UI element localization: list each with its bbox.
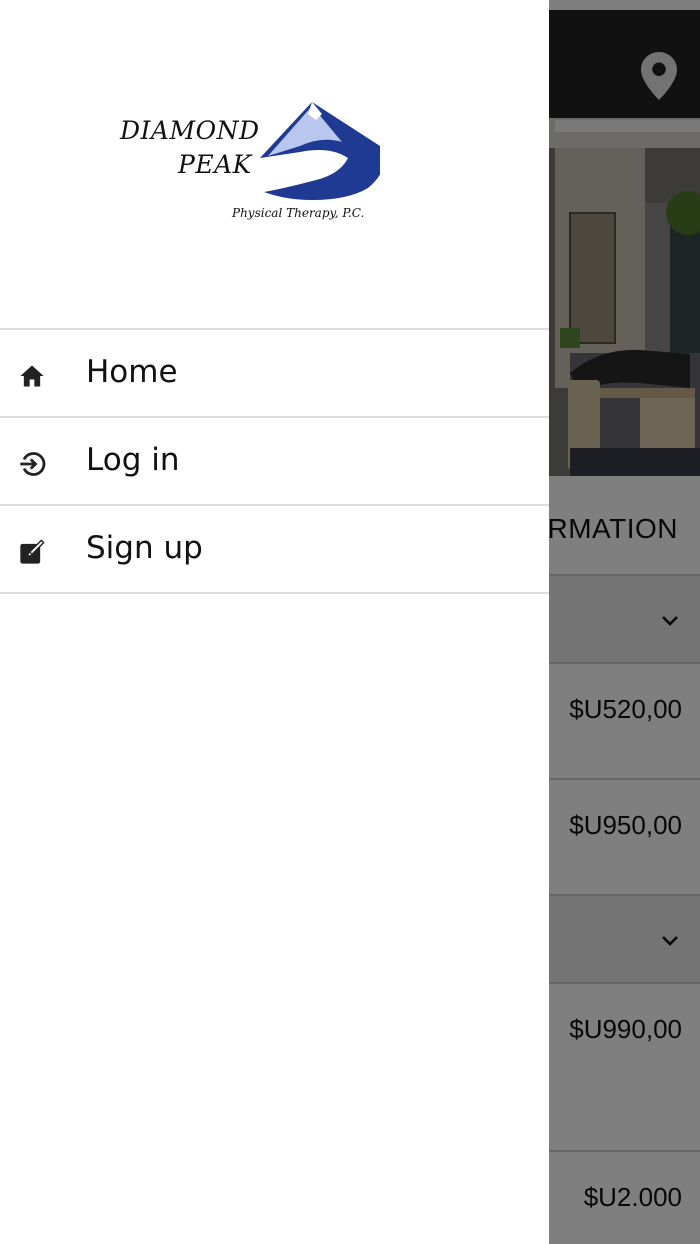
home-icon [20, 365, 44, 387]
menu-item-label: Home [86, 354, 178, 390]
side-drawer: DIAMOND PEAK Physical Therapy, P.C. Home… [0, 0, 549, 1244]
edit-icon [20, 539, 45, 564]
menu-item-signup[interactable]: Sign up [0, 504, 549, 594]
logo-tagline: Physical Therapy, P.C. [232, 206, 365, 220]
menu-item-label: Sign up [86, 530, 203, 566]
login-icon [20, 452, 46, 476]
brand-logo: DIAMOND PEAK Physical Therapy, P.C. [112, 90, 382, 240]
mountain-logo-icon [260, 102, 380, 200]
logo-text-line2: PEAK [178, 150, 252, 179]
logo-text-line1: DIAMOND [120, 116, 260, 145]
menu-item-login[interactable]: Log in [0, 416, 549, 504]
drawer-header: DIAMOND PEAK Physical Therapy, P.C. [0, 0, 549, 328]
drawer-menu: Home Log in Sign up [0, 328, 549, 594]
menu-item-label: Log in [86, 442, 180, 478]
menu-item-home[interactable]: Home [0, 328, 549, 416]
